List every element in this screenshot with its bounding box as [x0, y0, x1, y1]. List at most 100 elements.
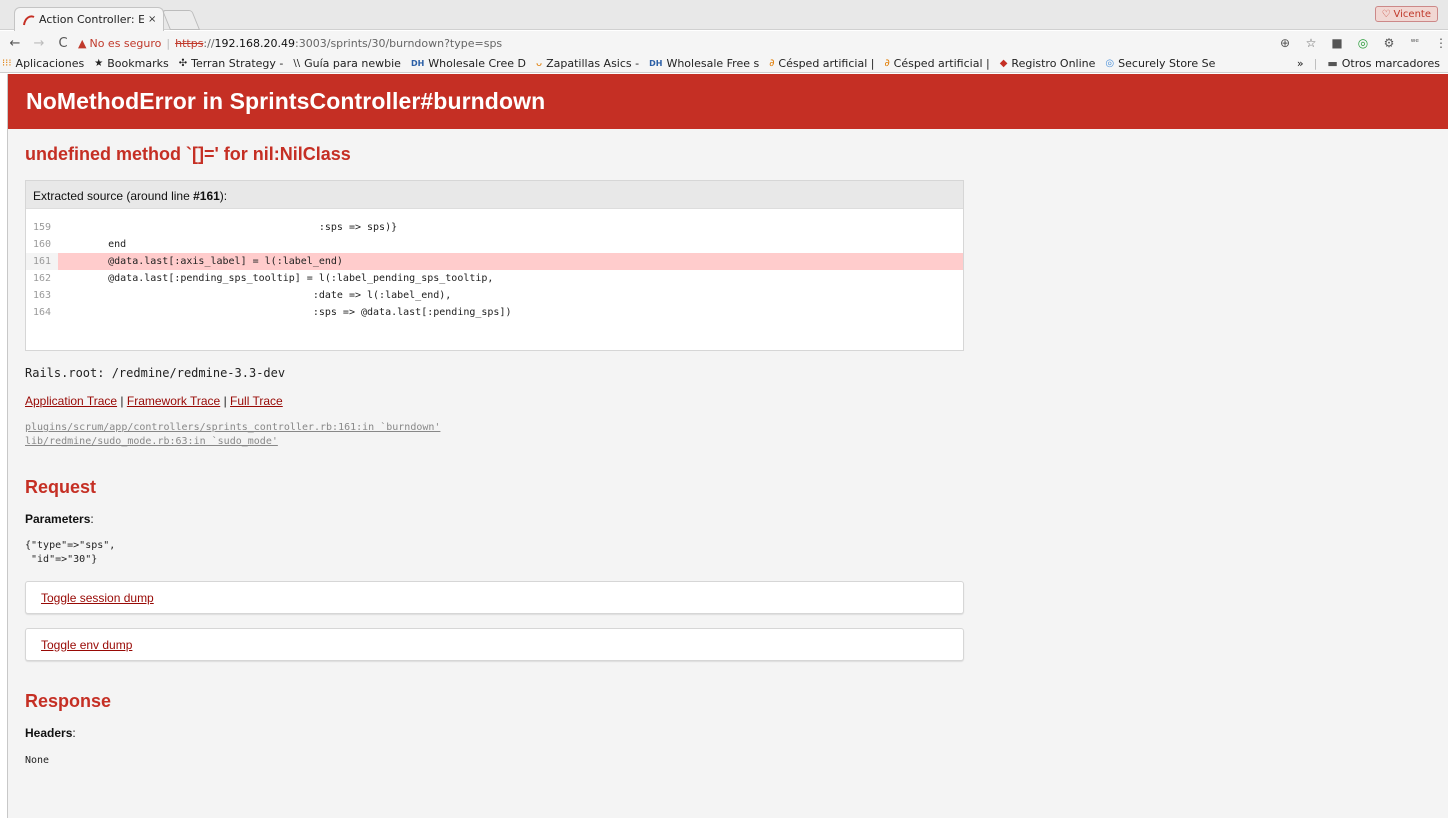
line-number: 164	[33, 307, 52, 318]
bookmark-zapatillas[interactable]: ᴗ Zapatillas Asics -	[536, 57, 639, 70]
guide-icon: \\	[293, 58, 301, 69]
parameters-label-text: Parameters	[25, 512, 91, 526]
toolbar-icons: ⊕ ☆ ■ ◎ ⚙ ʷᵉ ⋮	[1278, 36, 1448, 50]
trace-links: Application Trace | Framework Trace | Fu…	[25, 394, 1431, 408]
trace-list: plugins/scrum/app/controllers/sprints_co…	[25, 421, 1431, 449]
url-path: :3003/sprints/30/burndown?type=sps	[295, 36, 503, 50]
toggle-session-dump-link[interactable]: Toggle session dump	[41, 591, 154, 605]
zoom-icon[interactable]: ⊕	[1278, 36, 1292, 50]
code-text: :sps => @data.last[:pending_sps])	[72, 307, 512, 318]
asics-icon: ᴗ	[535, 58, 543, 69]
bookmark-label: Registro Online	[1011, 57, 1096, 70]
other-bookmarks[interactable]: ▬ Otros marcadores	[1327, 57, 1440, 70]
cesped-icon: ∂	[769, 58, 775, 69]
bookmark-cesped-1[interactable]: ∂ Césped artificial |	[769, 57, 874, 70]
extension-gear-icon[interactable]: ⚙	[1382, 36, 1396, 50]
response-heading: Response	[25, 691, 112, 711]
framework-trace-link[interactable]: Framework Trace	[127, 394, 220, 408]
tab-close-icon[interactable]: ×	[148, 14, 156, 25]
line-number: 162	[33, 273, 52, 284]
bookmark-label: Aplicaciones	[15, 57, 85, 70]
apps-grid-icon: ⁝⁝⁝	[2, 58, 12, 69]
error-title: NoMethodError in SprintsController#burnd…	[26, 88, 546, 114]
error-body: undefined method `[]=' for nil:NilClass …	[8, 129, 1448, 781]
bookmark-label: Césped artificial |	[893, 57, 990, 70]
extension-small-icon[interactable]: ʷᵉ	[1408, 38, 1422, 48]
bookmark-guia[interactable]: \\ Guía para newbie	[293, 57, 401, 70]
bookmark-registro[interactable]: ◆ Registro Online	[1000, 57, 1096, 70]
headers-value: None	[25, 755, 50, 766]
profile-name: Vicente	[1393, 8, 1431, 20]
bookmarks-bar: ⁝⁝⁝ Aplicaciones ★ Bookmarks ✣ Terran St…	[0, 55, 1448, 73]
trace-divider: |	[120, 394, 124, 408]
rails-root: Rails.root: /redmine/redmine-3.3-dev	[25, 366, 286, 380]
code-text: @data.last[:axis_label] = l(:label_end)	[72, 256, 343, 267]
session-dump-box: Toggle session dump	[25, 581, 964, 614]
bookmark-wholesale-cree[interactable]: DH Wholesale Cree D	[411, 57, 526, 70]
code-text: @data.last[:pending_sps_tooltip] = l(:la…	[72, 273, 494, 284]
source-heading-text: Extracted source (around line	[33, 189, 194, 203]
back-icon[interactable]: ←	[6, 36, 24, 51]
address-bar[interactable]: ▲ No es seguro | https :// 192.168.20.49…	[78, 33, 1248, 53]
other-bookmarks-label: Otros marcadores	[1341, 57, 1440, 70]
bookmark-star-icon[interactable]: ☆	[1304, 36, 1318, 50]
browser-tab-active[interactable]: Action Controller: E ×	[14, 7, 164, 31]
security-label[interactable]: No es seguro	[89, 37, 161, 50]
source-heading-line: #161	[193, 189, 220, 203]
bookmark-apps[interactable]: ⁝⁝⁝ Aplicaciones	[0, 57, 84, 70]
tab-title: Action Controller: E	[39, 13, 144, 26]
line-number: 163	[33, 290, 52, 301]
code-text: :date => l(:label_end),	[72, 290, 452, 301]
line-number: 160	[33, 239, 52, 250]
code-text: end	[72, 239, 127, 250]
code-line: 163 :date => l(:label_end),	[26, 287, 963, 304]
bookmark-terran[interactable]: ✣ Terran Strategy -	[179, 57, 284, 70]
bookmark-wholesale-free[interactable]: DH Wholesale Free s	[649, 57, 759, 70]
forward-icon[interactable]: →	[30, 36, 48, 51]
application-trace-link[interactable]: Application Trace	[25, 394, 117, 408]
cesped-icon: ∂	[884, 58, 890, 69]
terran-icon: ✣	[178, 58, 188, 69]
profile-button[interactable]: ♡ Vicente	[1374, 6, 1438, 22]
url-protocol: https	[175, 36, 204, 50]
bookmark-label: Césped artificial |	[778, 57, 875, 70]
headers-label: Headers:	[25, 726, 76, 740]
bookmark-label: Zapatillas Asics -	[546, 57, 640, 70]
extension-circle-icon[interactable]: ◎	[1356, 36, 1370, 50]
rails-favicon-icon	[23, 14, 35, 25]
code-text: :sps => sps)}	[72, 222, 398, 233]
source-heading: Extracted source (around line #161):	[26, 181, 963, 209]
reload-icon[interactable]: C	[54, 36, 72, 51]
code-line: 160 end	[26, 236, 963, 253]
bookmark-label: Terran Strategy -	[191, 57, 284, 70]
url-separator: ://	[203, 36, 215, 50]
request-heading: Request	[25, 477, 97, 497]
bookmark-label: Securely Store Se	[1118, 57, 1216, 70]
trace-line[interactable]: plugins/scrum/app/controllers/sprints_co…	[25, 421, 1431, 435]
source-code: 159 :sps => sps)} 160 end 161 @data.last…	[26, 209, 963, 350]
warning-icon: ▲	[78, 36, 87, 50]
bookmark-bookmarks[interactable]: ★ Bookmarks	[94, 57, 168, 70]
browser-toolbar: ← → C ▲ No es seguro | https :// 192.168…	[0, 31, 1448, 55]
dh-icon: DH	[649, 59, 663, 68]
dh-icon: DH	[410, 59, 425, 68]
code-line: 164 :sps => @data.last[:pending_sps])	[26, 304, 963, 321]
extension-square-icon[interactable]: ■	[1330, 36, 1344, 50]
address-divider: |	[166, 36, 171, 50]
bookmarks-overflow-icon[interactable]: »	[1297, 57, 1304, 70]
toggle-env-dump-link[interactable]: Toggle env dump	[41, 638, 132, 652]
trace-line[interactable]: lib/redmine/sudo_mode.rb:63:in `sudo_mod…	[25, 435, 1431, 449]
line-number: 161	[26, 253, 58, 270]
bookmark-cesped-2[interactable]: ∂ Césped artificial |	[884, 57, 989, 70]
line-number: 159	[33, 222, 52, 233]
bookmark-label: Guía para newbie	[304, 57, 401, 70]
bookmark-label: Wholesale Cree D	[428, 57, 526, 70]
bookmark-securely[interactable]: ◎ Securely Store Se	[1105, 57, 1215, 70]
bookmarks-right: » | ▬ Otros marcadores	[1288, 57, 1440, 70]
new-tab-button[interactable]	[161, 10, 201, 30]
source-heading-suffix: ):	[219, 189, 228, 203]
bookmarks-divider: |	[1313, 57, 1318, 70]
menu-dots-icon[interactable]: ⋮	[1434, 36, 1448, 50]
error-header: NoMethodError in SprintsController#burnd…	[8, 74, 1448, 129]
full-trace-link[interactable]: Full Trace	[230, 394, 283, 408]
